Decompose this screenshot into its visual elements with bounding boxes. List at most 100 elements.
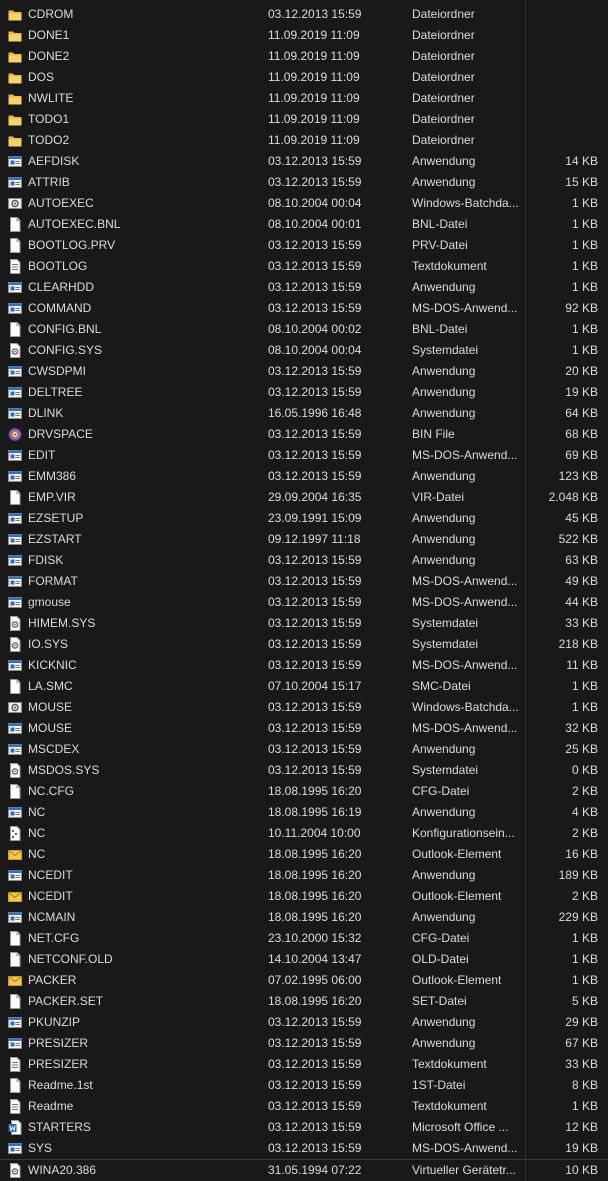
file-row-netconf-old[interactable]: NETCONF.OLD 14.10.2004 13:47 OLD-Datei 1 KB [0,949,608,970]
file-row-dlink[interactable]: DLINK 16.05.1996 16:48 Anwendung 64 KB [0,403,608,424]
file-row-starters[interactable]: STARTERS 03.12.2013 15:59 Microsoft Office… [0,1117,608,1138]
file-row-ncmain[interactable]: NCMAIN 18.08.1995 16:20 Anwendung 229 KB [0,907,608,928]
application-icon [8,301,22,316]
file-row-wina20-386[interactable]: WINA20.386 31.05.1994 07:22 Virtueller Ger… [0,1159,608,1181]
file-row-ezsetup[interactable]: EZSETUP 23.09.1991 15:09 Anwendung 45 KB [0,508,608,529]
file-row-cdrom[interactable]: CDROM 03.12.2013 15:59 Dateiordner [0,4,608,25]
file-row-net-cfg[interactable]: NET.CFG 23.10.2000 15:32 CFG-Datei 1 KB [0,928,608,949]
file-row-nwlite[interactable]: NWLITE 11.09.2019 11:09 Dateiordner [0,88,608,109]
file-row-bootlog-prv[interactable]: BOOTLOG.PRV 03.12.2013 15:59 PRV-Datei 1 KB [0,235,608,256]
file-row-readme-1st[interactable]: Readme.1st 03.12.2013 15:59 1ST-Datei 8 KB [0,1075,608,1096]
file-size: 67 KB [565,1036,598,1050]
file-date: 03.12.2013 15:59 [268,301,362,315]
file-row-drvspace[interactable]: DRVSPACE 03.12.2013 15:59 BIN File 68 KB [0,424,608,445]
file-name: MSDOS.SYS [28,763,100,777]
file-row-fdisk[interactable]: FDISK 03.12.2013 15:59 Anwendung 63 KB [0,550,608,571]
file-row-mouse[interactable]: MOUSE 03.12.2013 15:59 MS-DOS-Anwend... 32 … [0,718,608,739]
file-size: 10 KB [565,1163,598,1177]
file-name: NC.CFG [28,784,74,798]
file-name: WINA20.386 [28,1163,97,1177]
file-date: 03.12.2013 15:59 [268,574,362,588]
file-row-ncedit[interactable]: NCEDIT 18.08.1995 16:20 Anwendung 189 KB [0,865,608,886]
file-date: 23.09.1991 15:09 [268,511,362,525]
file-row-la-smc[interactable]: LA.SMC 07.10.2004 15:17 SMC-Datei 1 KB [0,676,608,697]
file-size: 25 KB [565,742,598,756]
file-row-autoexec[interactable]: AUTOEXEC 08.10.2004 00:04 Windows-Batchda.… [0,193,608,214]
file-date: 03.12.2013 15:59 [268,427,362,441]
file-row-done1[interactable]: DONE1 11.09.2019 11:09 Dateiordner [0,25,608,46]
file-row-config-bnl[interactable]: CONFIG.BNL 08.10.2004 00:02 BNL-Datei 1 KB [0,319,608,340]
file-row-pkunzip[interactable]: PKUNZIP 03.12.2013 15:59 Anwendung 29 KB [0,1012,608,1033]
mail-icon [8,973,22,988]
file-type: BIN File [412,427,455,441]
file-type: Anwendung [412,868,476,882]
file-date: 08.10.2004 00:01 [268,217,362,231]
file-row-config-sys[interactable]: CONFIG.SYS 08.10.2004 00:04 Systemdatei 1 K… [0,340,608,361]
file-row-presizer[interactable]: PRESIZER 03.12.2013 15:59 Textdokument 33 K… [0,1054,608,1075]
file-row-nc[interactable]: NC 18.08.1995 16:19 Anwendung 4 KB [0,802,608,823]
file-row-nc[interactable]: NC 18.08.1995 16:20 Outlook-Element 16 KB [0,844,608,865]
blank-file-icon [8,238,22,253]
file-row-packer-set[interactable]: PACKER.SET 18.08.1995 16:20 SET-Datei 5 KB [0,991,608,1012]
file-row-nc[interactable]: NC 10.11.2004 10:00 Konfigurationsein... 2 … [0,823,608,844]
file-type: Systemdatei [412,343,479,357]
file-row-deltree[interactable]: DELTREE 03.12.2013 15:59 Anwendung 19 KB [0,382,608,403]
file-size: 29 KB [565,1015,598,1029]
application-icon [8,406,22,421]
application-icon [8,910,22,925]
file-row-command[interactable]: COMMAND 03.12.2013 15:59 MS-DOS-Anwend... 9… [0,298,608,319]
file-date: 18.08.1995 16:20 [268,994,362,1008]
file-date: 03.12.2013 15:59 [268,658,362,672]
file-row-ezstart[interactable]: EZSTART 09.12.1997 11:18 Anwendung 522 KB [0,529,608,550]
file-row-dos[interactable]: DOS 11.09.2019 11:09 Dateiordner [0,67,608,88]
file-date: 29.09.2004 16:35 [268,490,362,504]
file-size: 218 KB [558,637,598,651]
file-row-kicknic[interactable]: KICKNIC 03.12.2013 15:59 MS-DOS-Anwend... 1… [0,655,608,676]
file-type: Dateiordner [412,28,475,42]
file-row-mscdex[interactable]: MSCDEX 03.12.2013 15:59 Anwendung 25 KB [0,739,608,760]
file-row-ncedit[interactable]: NCEDIT 18.08.1995 16:20 Outlook-Element 2 K… [0,886,608,907]
batch-file-icon [8,700,22,715]
file-row-edit[interactable]: EDIT 03.12.2013 15:59 MS-DOS-Anwend... 69 K… [0,445,608,466]
file-row-format[interactable]: FORMAT 03.12.2013 15:59 MS-DOS-Anwend... 49… [0,571,608,592]
file-row-mouse[interactable]: MOUSE 03.12.2013 15:59 Windows-Batchda... 1… [0,697,608,718]
file-row-attrib[interactable]: ATTRIB 03.12.2013 15:59 Anwendung 15 KB [0,172,608,193]
file-row-emm386[interactable]: EMM386 03.12.2013 15:59 Anwendung 123 KB [0,466,608,487]
file-row-packer[interactable]: PACKER 07.02.1995 06:00 Outlook-Element 1 K… [0,970,608,991]
file-date: 03.12.2013 15:59 [268,1015,362,1029]
application-icon [8,385,22,400]
file-row-emp-vir[interactable]: EMP.VIR 29.09.2004 16:35 VIR-Datei 2.048 KB [0,487,608,508]
file-date: 03.12.2013 15:59 [268,175,362,189]
file-row-sys[interactable]: SYS 03.12.2013 15:59 MS-DOS-Anwend... 19 KB [0,1138,608,1159]
folder-icon [8,70,22,85]
file-row-msdos-sys[interactable]: MSDOS.SYS 03.12.2013 15:59 Systemdatei 0 KB [0,760,608,781]
blank-file-icon [8,217,22,232]
file-row-todo2[interactable]: TODO2 11.09.2019 11:09 Dateiordner [0,130,608,151]
application-icon [8,1036,22,1051]
file-date: 03.12.2013 15:59 [268,364,362,378]
file-row-done2[interactable]: DONE2 11.09.2019 11:09 Dateiordner [0,46,608,67]
file-row-bootlog[interactable]: BOOTLOG 03.12.2013 15:59 Textdokument 1 KB [0,256,608,277]
file-row-autoexec-bnl[interactable]: AUTOEXEC.BNL 08.10.2004 00:01 BNL-Datei 1 K… [0,214,608,235]
file-name: SYS [28,1141,53,1155]
file-row-readme[interactable]: Readme 03.12.2013 15:59 Textdokument 1 KB [0,1096,608,1117]
file-row-io-sys[interactable]: IO.SYS 03.12.2013 15:59 Systemdatei 218 KB [0,634,608,655]
file-type: Microsoft Office ... [412,1120,509,1134]
file-name: EMM386 [28,469,77,483]
file-row-todo1[interactable]: TODO1 11.09.2019 11:09 Dateiordner [0,109,608,130]
file-name: PRESIZER [28,1036,89,1050]
file-row-presizer[interactable]: PRESIZER 03.12.2013 15:59 Anwendung 67 KB [0,1033,608,1054]
file-row-gmouse[interactable]: gmouse 03.12.2013 15:59 MS-DOS-Anwend... 44… [0,592,608,613]
file-row-clearhdd[interactable]: CLEARHDD 03.12.2013 15:59 Anwendung 1 KB [0,277,608,298]
file-row-nc-cfg[interactable]: NC.CFG 18.08.1995 16:20 CFG-Datei 2 KB [0,781,608,802]
file-row-himem-sys[interactable]: HIMEM.SYS 03.12.2013 15:59 Systemdatei 33 K… [0,613,608,634]
folder-icon [8,133,22,148]
file-row-cwsdpmi[interactable]: CWSDPMI 03.12.2013 15:59 Anwendung 20 KB [0,361,608,382]
file-date: 03.12.2013 15:59 [268,742,362,756]
config-file-icon [8,826,22,841]
file-row-aefdisk[interactable]: AEFDISK 03.12.2013 15:59 Anwendung 14 KB [0,151,608,172]
file-name: AUTOEXEC [28,196,94,210]
file-type: Dateiordner [412,49,475,63]
file-type: Dateiordner [412,7,475,21]
file-size: 63 KB [565,553,598,567]
